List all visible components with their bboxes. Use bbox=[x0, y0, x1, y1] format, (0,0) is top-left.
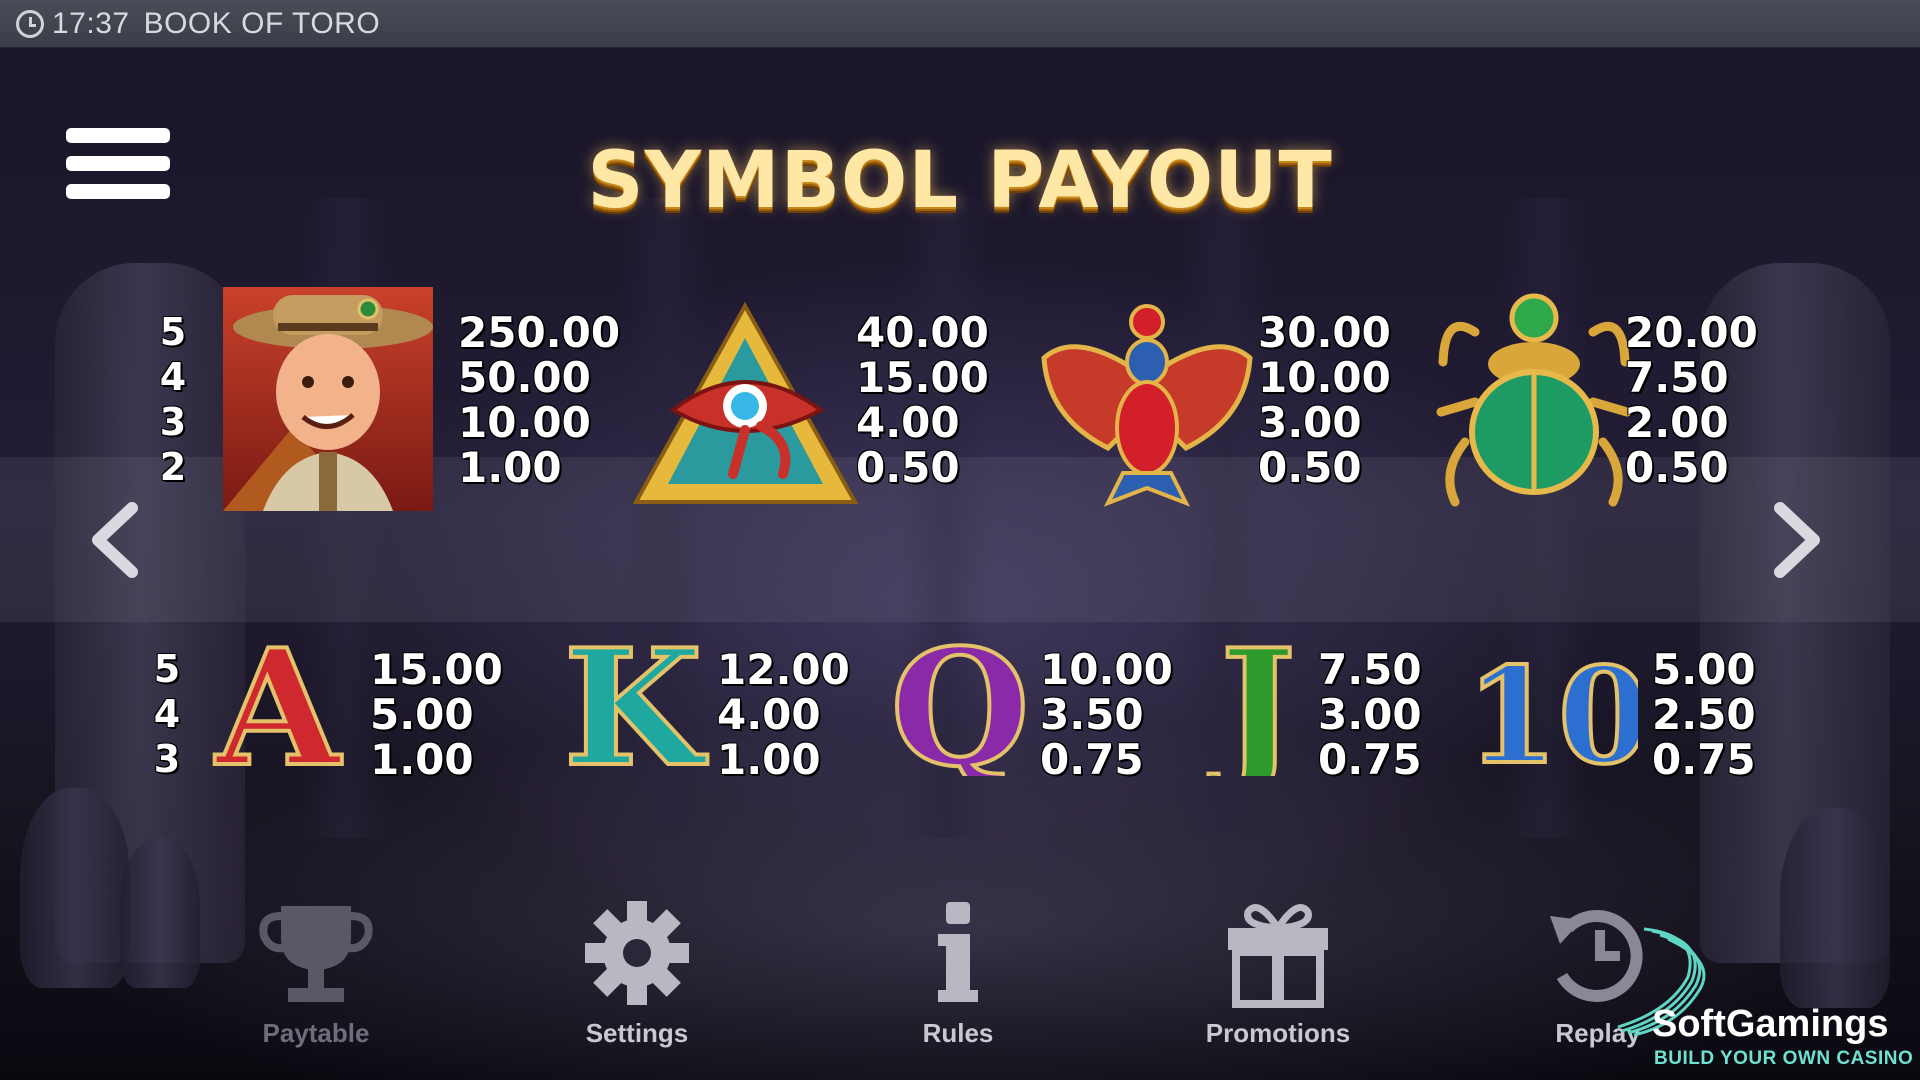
scarab-payouts: 20.00 7.50 2.00 0.50 bbox=[1625, 308, 1758, 492]
paytable-button[interactable]: Paytable bbox=[216, 898, 416, 1049]
letter-a-payouts: 15.00 5.00 1.00 bbox=[370, 645, 503, 784]
paytable-screen: SYMBOL PAYOUT 5432 250.00 50.00 10.00 1.00 bbox=[0, 48, 1920, 1080]
info-icon bbox=[898, 898, 1018, 1008]
background-vase bbox=[120, 838, 200, 988]
softgamings-watermark: SoftGamings BUILD YOUR OWN CASINO bbox=[1612, 921, 1913, 1069]
falcon-payouts: 30.00 10.00 3.00 0.50 bbox=[1258, 308, 1391, 492]
explorer-symbol bbox=[223, 287, 433, 511]
letter-q-symbol: Q bbox=[880, 612, 1040, 804]
page-title: SYMBOL PAYOUT bbox=[587, 136, 1333, 226]
svg-text:A: A bbox=[214, 626, 342, 776]
high-counts: 5432 bbox=[159, 310, 187, 489]
low-counts: 543 bbox=[153, 647, 181, 781]
rules-button[interactable]: Rules bbox=[858, 898, 1058, 1049]
letter-j-symbol: J bbox=[1178, 612, 1338, 804]
letter-k-payouts: 12.00 4.00 1.00 bbox=[717, 645, 850, 784]
trophy-icon bbox=[256, 898, 376, 1008]
scarab-symbol bbox=[1435, 292, 1633, 508]
status-bar: 17:37 BOOK OF TORO bbox=[0, 0, 1920, 48]
chevron-left-icon[interactable] bbox=[80, 500, 150, 580]
svg-text:J: J bbox=[1208, 626, 1296, 776]
background-vase bbox=[20, 788, 130, 988]
gift-icon bbox=[1218, 898, 1338, 1008]
status-time: 17:37 bbox=[52, 6, 130, 40]
falcon-symbol bbox=[1038, 298, 1256, 514]
letter-k-symbol: K bbox=[553, 612, 713, 804]
number-ten-payouts: 5.00 2.50 0.75 bbox=[1652, 645, 1756, 784]
settings-button[interactable]: Settings bbox=[537, 898, 737, 1049]
letter-q-payouts: 10.00 3.50 0.75 bbox=[1040, 645, 1173, 784]
number-ten-symbol: 10 bbox=[1464, 626, 1652, 796]
chevron-right-icon[interactable] bbox=[1762, 500, 1832, 580]
gear-icon bbox=[577, 898, 697, 1008]
promotions-button[interactable]: Promotions bbox=[1178, 898, 1378, 1049]
letter-j-payouts: 7.50 3.00 0.75 bbox=[1318, 645, 1422, 784]
pyramid-payouts: 40.00 15.00 4.00 0.50 bbox=[856, 308, 989, 492]
svg-text:K: K bbox=[563, 626, 707, 776]
svg-text:10: 10 bbox=[1478, 639, 1638, 776]
letter-a-symbol: A bbox=[198, 612, 358, 804]
explorer-payouts: 250.00 50.00 10.00 1.00 bbox=[458, 308, 621, 492]
eye-of-horus-pyramid-symbol bbox=[632, 301, 859, 507]
game-title: BOOK OF TORO bbox=[143, 6, 381, 40]
svg-text:Q: Q bbox=[890, 626, 1029, 776]
clock-icon bbox=[16, 9, 44, 38]
